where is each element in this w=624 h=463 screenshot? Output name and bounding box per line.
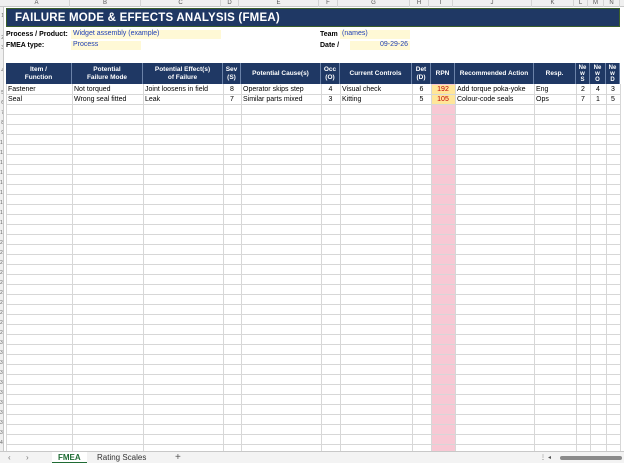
column-header-i[interactable]: I [429, 0, 453, 7]
header-causes[interactable]: Potential Cause(s) [241, 63, 321, 84]
column-header-m[interactable]: M [588, 0, 604, 7]
cell-item[interactable]: Seal [8, 95, 72, 105]
header-occurrence[interactable]: Occ (O) [321, 63, 340, 84]
header-current-controls[interactable]: Current Controls [340, 63, 412, 84]
column-header-f[interactable]: F [319, 0, 338, 7]
column-header-l[interactable]: L [574, 0, 588, 7]
header-item-function[interactable]: Item / Function [6, 63, 72, 84]
cell-controls[interactable]: Visual check [342, 85, 412, 95]
header-effects[interactable]: Potential Effect(s) of Failure [143, 63, 223, 84]
cell-failure-mode[interactable]: Not torqued [74, 85, 143, 95]
cell-responsible[interactable]: Ops [536, 95, 576, 105]
scroll-right-icon[interactable]: › [26, 453, 29, 462]
cell-item[interactable]: Fastener [8, 85, 72, 95]
cell-effect[interactable]: Joint loosens in field [145, 85, 223, 95]
cell-cause[interactable]: Operator skips step [243, 85, 321, 95]
rpn-column-fill [431, 84, 455, 451]
column-header-k[interactable]: K [532, 0, 574, 7]
cell-occurrence[interactable]: 3 [321, 95, 340, 105]
cell-new-detection[interactable]: 5 [606, 95, 620, 105]
cell-rpn[interactable]: 192 [431, 85, 455, 95]
team-value[interactable]: (names) [340, 30, 410, 39]
cell-effect[interactable]: Leak [145, 95, 223, 105]
header-detection[interactable]: Det (D) [412, 63, 431, 84]
tab-fmea[interactable]: FMEA [52, 452, 87, 463]
column-header-a[interactable]: A [4, 0, 70, 7]
cell-recommended-action[interactable]: Colour-code seals [457, 95, 534, 105]
scroll-left-icon[interactable]: ◂ [548, 454, 551, 461]
add-sheet-button[interactable]: + [175, 452, 181, 463]
header-new-occurrence[interactable]: Ne w O [590, 63, 606, 84]
cell-occurrence[interactable]: 4 [321, 85, 340, 95]
team-label: Team [320, 31, 338, 38]
date-label: Date / [320, 42, 340, 49]
cell-new-severity[interactable]: 7 [576, 95, 590, 105]
column-header-h[interactable]: H [410, 0, 429, 7]
column-header-d[interactable]: D [221, 0, 239, 7]
column-header-b[interactable]: B [70, 0, 141, 7]
column-header-g[interactable]: G [338, 0, 410, 7]
horizontal-scrollbar[interactable] [560, 456, 622, 460]
sheet-title: FAILURE MODE & EFFECTS ANALYSIS (FMEA) [15, 12, 280, 24]
column-header-j[interactable]: J [453, 0, 532, 7]
cell-new-severity[interactable]: 2 [576, 85, 590, 95]
cell-severity[interactable]: 8 [223, 85, 241, 95]
column-header-n[interactable]: N [604, 0, 620, 7]
cell-detection[interactable]: 6 [412, 85, 431, 95]
sheet-options-icon[interactable]: ⋮ [540, 454, 546, 461]
header-new-severity[interactable]: Ne w S [576, 63, 590, 84]
sheet-tab-bar: ‹ › FMEA Rating Scales + ⋮ ◂ [0, 451, 624, 463]
cell-new-detection[interactable]: 3 [606, 85, 620, 95]
fmea-type-label: FMEA type: [6, 42, 45, 49]
header-rpn[interactable]: RPN [431, 63, 455, 84]
process-value[interactable]: Widget assembly (example) [71, 30, 221, 39]
cell-severity[interactable]: 7 [223, 95, 241, 105]
tab-rating-scales[interactable]: Rating Scales [91, 452, 152, 463]
header-failure-mode[interactable]: Potential Failure Mode [72, 63, 143, 84]
header-responsible[interactable]: Resp. [534, 63, 576, 84]
cell-detection[interactable]: 5 [412, 95, 431, 105]
cell-controls[interactable]: Kitting [342, 95, 412, 105]
sheet-grid[interactable]: FAILURE MODE & EFFECTS ANALYSIS (FMEA) P… [4, 7, 624, 451]
column-header-c[interactable]: C [141, 0, 221, 7]
header-new-detection[interactable]: Ne w D [606, 63, 620, 84]
cell-recommended-action[interactable]: Add torque poka-yoke [457, 85, 534, 95]
date-value[interactable]: 09-29-26 [350, 41, 410, 50]
cell-new-occurrence[interactable]: 1 [590, 95, 606, 105]
cell-new-occurrence[interactable]: 4 [590, 85, 606, 95]
process-label: Process / Product: [6, 31, 68, 38]
header-severity[interactable]: Sev (S) [223, 63, 241, 84]
fmea-title-banner: FAILURE MODE & EFFECTS ANALYSIS (FMEA) [6, 8, 620, 27]
cell-failure-mode[interactable]: Wrong seal fitted [74, 95, 143, 105]
scroll-left-icon[interactable]: ‹ [8, 453, 11, 462]
cell-cause[interactable]: Similar parts mixed [243, 95, 321, 105]
fmea-type-value[interactable]: Process [71, 41, 141, 50]
header-recommended-action[interactable]: Recommended Action [455, 63, 534, 84]
column-header-bar: A B C D E F G H I J K L M N [0, 0, 624, 7]
column-header-e[interactable]: E [239, 0, 319, 7]
cell-rpn[interactable]: 105 [431, 95, 455, 105]
cell-responsible[interactable]: Eng [536, 85, 576, 95]
